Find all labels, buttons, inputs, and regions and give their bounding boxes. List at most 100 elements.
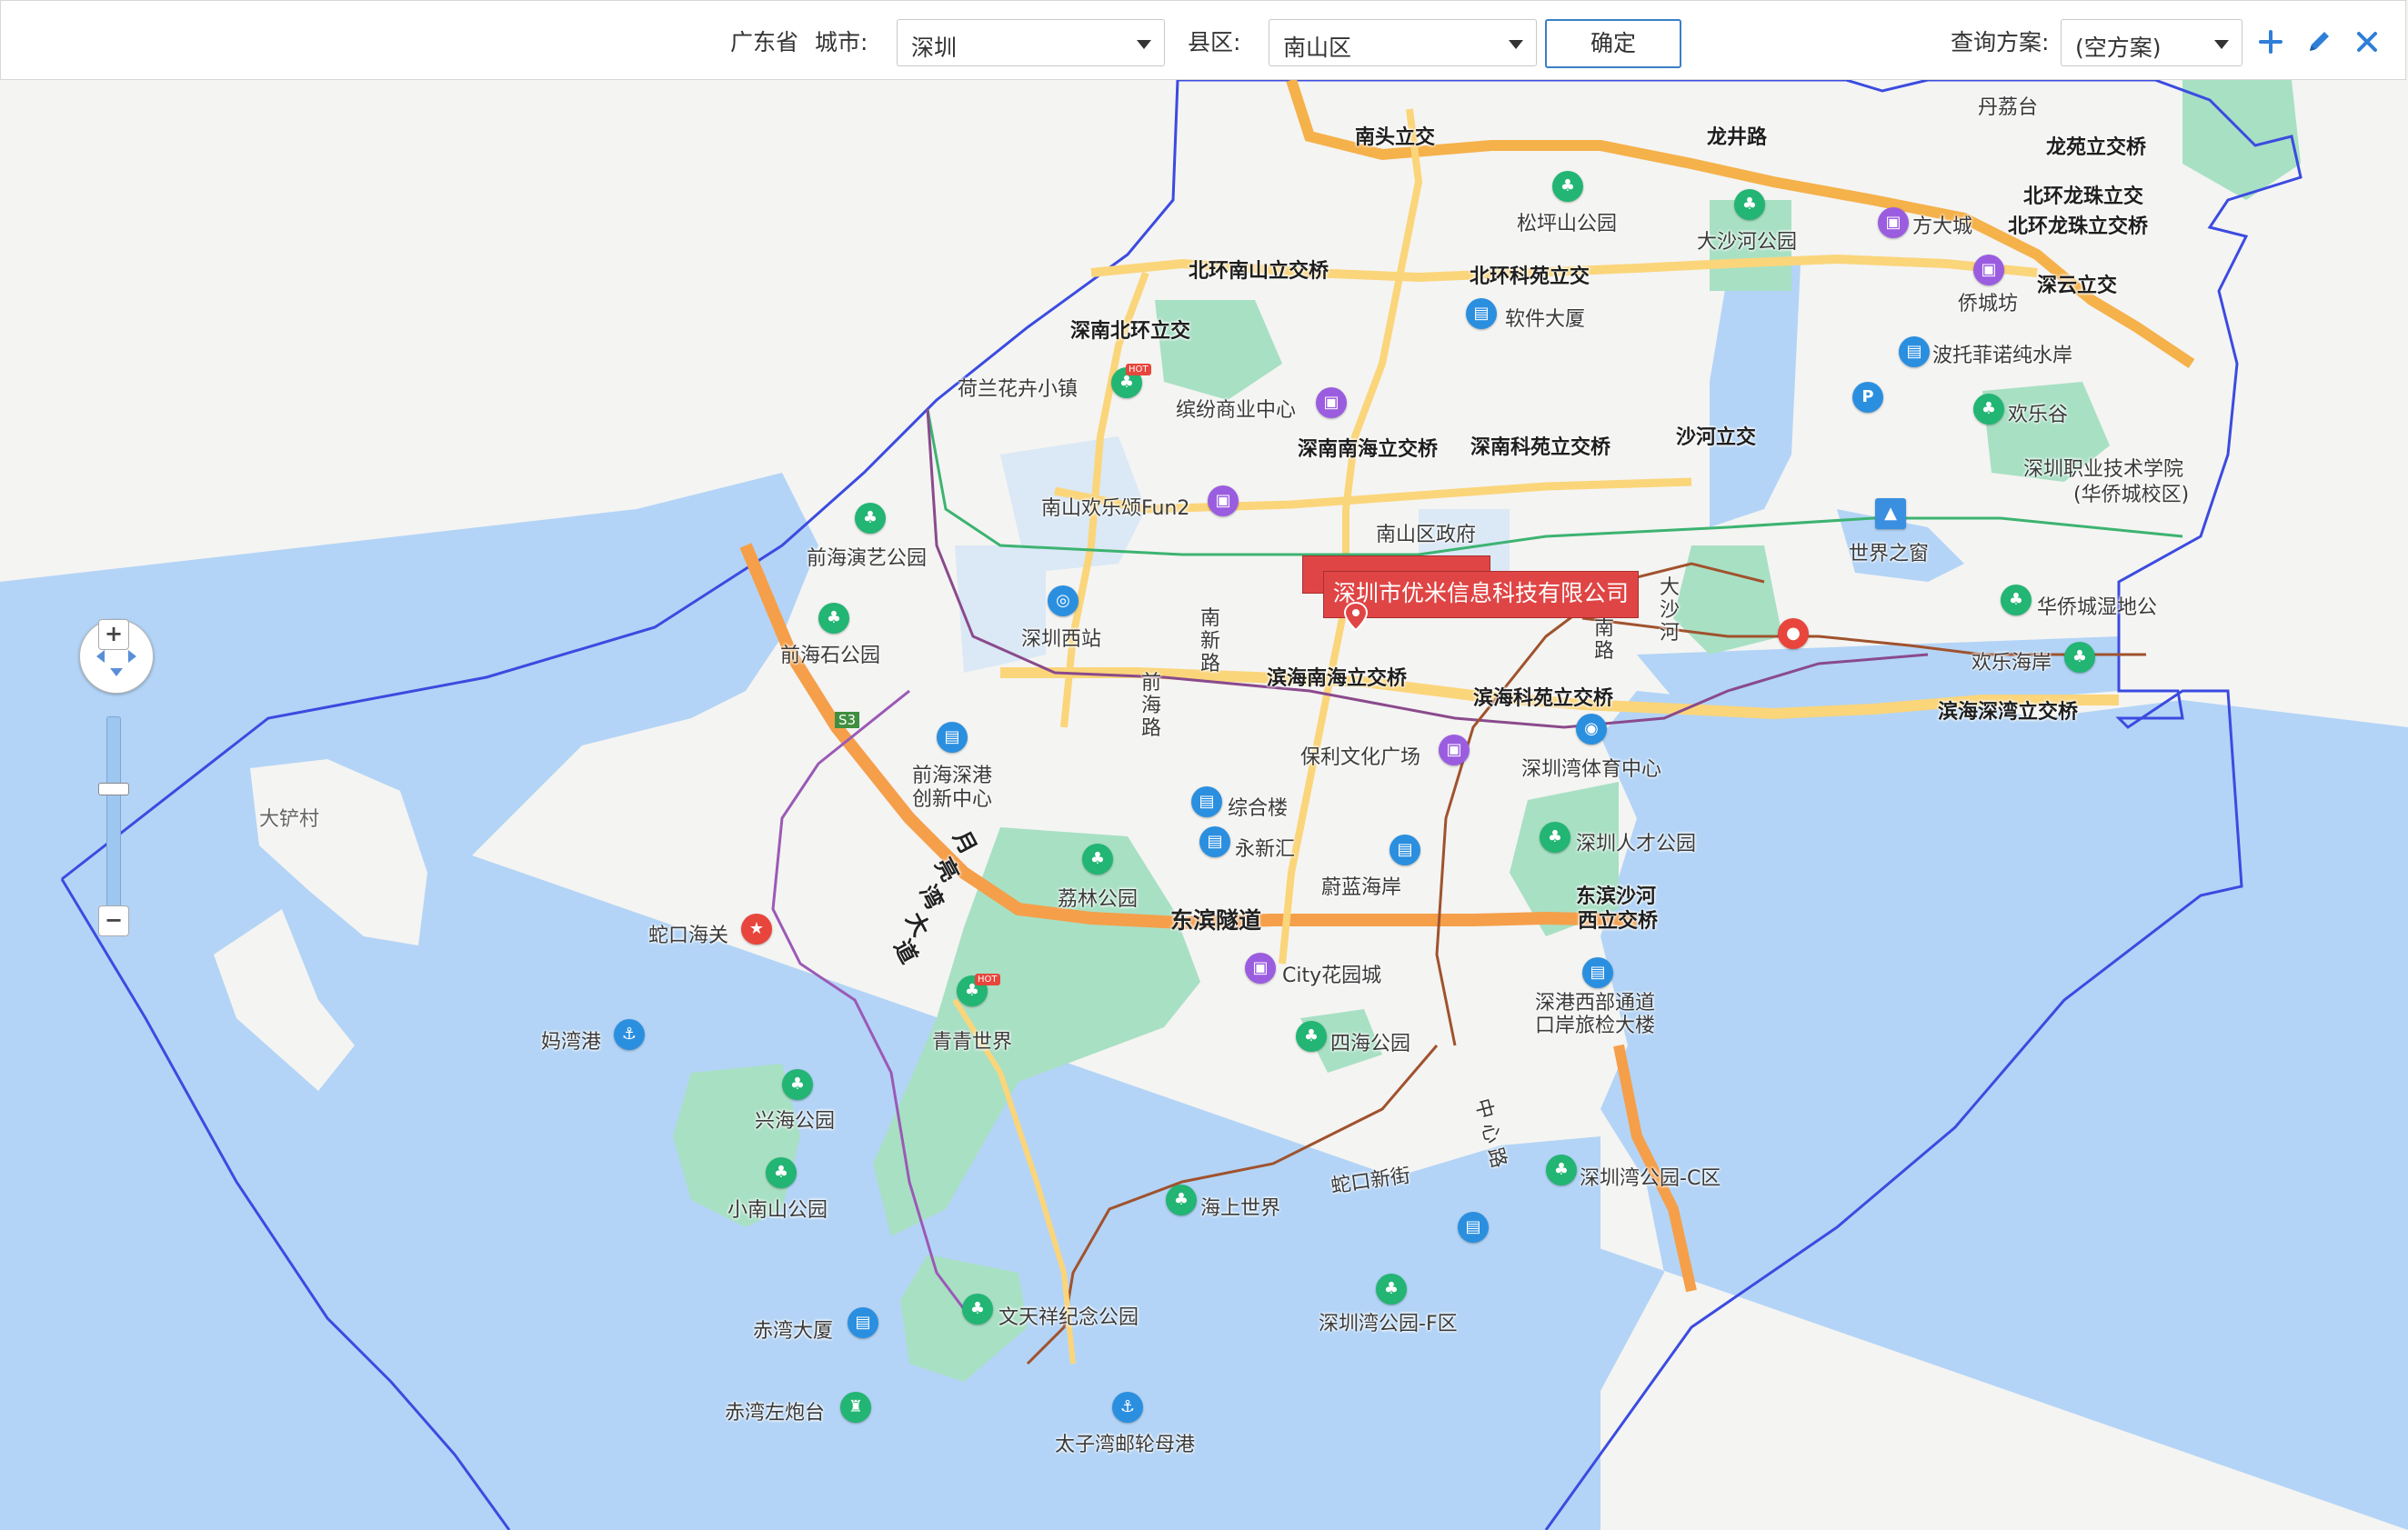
district-select[interactable]: 南山区 xyxy=(1269,19,1537,66)
shopping-bag-icon[interactable]: ▣ xyxy=(1208,485,1239,516)
label-nanshan-gov: 南山区政府 xyxy=(1376,524,1477,546)
bank-building-icon[interactable]: ▤ xyxy=(1390,835,1420,865)
map-canvas[interactable]: 南头立交 龙井路 丹荔台 龙苑立交桥 松坪山公园 大沙河公园 方大城 北环龙珠立… xyxy=(0,80,2408,1530)
confirm-button[interactable]: 确定 xyxy=(1545,19,1681,68)
park-icon[interactable]: ♣ xyxy=(1540,822,1570,853)
park-icon[interactable]: ♣ xyxy=(1973,394,2004,425)
label-beihuan-longzhu-bridge: 北环龙珠立交桥 xyxy=(2008,215,2149,238)
label-huanle-fun2: 南山欢乐颂Fun2 xyxy=(1041,497,1190,520)
park-icon[interactable]: ♣ xyxy=(1296,1021,1327,1052)
park-icon[interactable]: ♣ xyxy=(1376,1274,1407,1305)
label-city-huayuan: City花园城 xyxy=(1282,965,1382,987)
map-pin-icon[interactable] xyxy=(1342,601,1370,632)
highway-s3-shield: S3 xyxy=(835,712,860,728)
label-qianhai-yanyi: 前海演艺公园 xyxy=(807,547,928,570)
customs-star-icon[interactable]: ★ xyxy=(741,914,772,945)
label-dachanchun: 大铲村 xyxy=(259,808,320,831)
pyramid-icon[interactable]: ▲ xyxy=(1875,498,1906,529)
label-wentianxiang: 文天祥纪念公园 xyxy=(998,1306,1139,1329)
label-shenwan-c: 深圳湾公园-C区 xyxy=(1580,1167,1721,1190)
label-shennan-keyuan: 深南科苑立交桥 xyxy=(1470,436,1611,459)
label-shengang2: 口岸旅检大楼 xyxy=(1535,1015,1656,1037)
park-icon[interactable]: ♣ xyxy=(1082,844,1113,875)
label-dashahe3: 河 xyxy=(1660,622,1681,645)
label-huanlegu: 欢乐谷 xyxy=(2008,404,2069,426)
park-icon[interactable]: ♣ xyxy=(766,1157,797,1188)
shopping-bag-icon[interactable]: ▣ xyxy=(1439,735,1470,765)
shopping-bag-icon[interactable]: ▣ xyxy=(1245,953,1276,984)
building-icon[interactable]: ▤ xyxy=(1466,298,1497,329)
zoom-slider-handle[interactable] xyxy=(98,782,129,795)
park-icon[interactable]: ♣ xyxy=(962,1294,993,1325)
zoom-in-button[interactable]: + xyxy=(98,619,129,650)
park-icon[interactable]: ♣ xyxy=(2001,585,2032,615)
zoom-out-button[interactable]: − xyxy=(98,905,129,936)
label-mawan: 妈湾港 xyxy=(541,1031,602,1054)
park-icon[interactable]: ♣ xyxy=(1734,189,1765,220)
building-icon[interactable]: ▤ xyxy=(848,1307,878,1338)
castle-icon[interactable]: ♜ xyxy=(840,1392,871,1423)
label-qingqing: 青青世界 xyxy=(932,1031,1013,1054)
label-helan: 荷兰花卉小镇 xyxy=(958,378,1079,401)
company-marker-label[interactable]: 深圳市优米信息科技有限公司 xyxy=(1323,571,1640,618)
label-chuangxin: 创新中心 xyxy=(912,788,993,811)
building-icon[interactable]: ▤ xyxy=(1191,786,1222,817)
label-huanlehaian: 欢乐海岸 xyxy=(1972,652,2052,675)
label-shennan-nanhai: 深南南海立交桥 xyxy=(1298,438,1439,461)
city-select[interactable]: 深圳 xyxy=(897,19,1165,66)
label-qiaocheng: 侨城坊 xyxy=(1958,293,2019,315)
label-xizhan: 深圳西站 xyxy=(1021,628,1102,651)
building-icon[interactable]: ▤ xyxy=(1199,826,1230,857)
label-fangdacheng: 方大城 xyxy=(1912,215,1973,238)
label-dongbin: 东滨隧道 xyxy=(1170,907,1262,934)
label-zhiye2: (华侨城校区) xyxy=(2073,484,2190,506)
label-danlitai: 丹荔台 xyxy=(1978,96,2039,119)
shopping-bag-icon[interactable]: ▣ xyxy=(1316,387,1347,418)
label-songping: 松坪山公园 xyxy=(1517,213,1618,235)
park-icon[interactable]: ♣ xyxy=(782,1069,813,1100)
scheme-select[interactable]: (空方案) xyxy=(2061,19,2242,66)
label-binhai-nanhai: 滨海南海立交桥 xyxy=(1267,667,1408,690)
shopping-bag-icon[interactable]: ▣ xyxy=(1878,207,1909,238)
shopping-bag-icon[interactable]: ▣ xyxy=(1973,255,2004,285)
label-chiwan: 赤湾大厦 xyxy=(753,1320,834,1343)
label-binfen: 缤纷商业中心 xyxy=(1176,399,1297,422)
label-taiziwan: 太子湾邮轮母港 xyxy=(1055,1434,1196,1456)
label-nantou: 南头立交 xyxy=(1355,126,1436,149)
district-select-value: 南山区 xyxy=(1283,35,1352,61)
bus-station-icon[interactable]: ▤ xyxy=(1458,1212,1489,1243)
label-qianhaishi: 前海石公园 xyxy=(780,645,881,667)
building-icon[interactable]: ▤ xyxy=(1899,336,1930,367)
city-label: 城市: xyxy=(815,29,868,55)
city-select-value: 深圳 xyxy=(911,35,958,61)
zoom-out-icon: − xyxy=(104,907,124,933)
label-beihuan-keyuan: 北环科苑立交 xyxy=(1470,265,1590,288)
district-label: 县区: xyxy=(1188,29,1241,55)
zoom-slider-track[interactable] xyxy=(106,716,121,936)
park-icon[interactable]: ♣ xyxy=(1166,1185,1197,1215)
anchor-icon[interactable]: ⚓ xyxy=(614,1019,645,1050)
chevron-down-icon xyxy=(1509,40,1523,49)
park-icon[interactable]: ♣ xyxy=(1546,1155,1577,1185)
building-icon[interactable]: ▤ xyxy=(937,722,968,753)
building-icon[interactable]: ▤ xyxy=(1582,957,1613,988)
parking-icon[interactable]: P xyxy=(1852,382,1883,413)
label-qianhailu3: 路 xyxy=(1141,717,1162,740)
province-label: 广东省 xyxy=(730,29,799,55)
anchor-icon[interactable]: ⚓ xyxy=(1112,1392,1143,1423)
pencil-icon[interactable] xyxy=(2302,25,2336,59)
scheme-select-value: (空方案) xyxy=(2075,35,2162,61)
train-station-icon[interactable]: ◎ xyxy=(1048,585,1079,616)
close-icon[interactable] xyxy=(2350,25,2384,59)
sports-center-icon[interactable]: ◉ xyxy=(1576,714,1607,745)
park-icon[interactable]: ♣ xyxy=(1552,171,1583,202)
park-icon[interactable]: ♣ xyxy=(855,503,886,534)
plus-icon[interactable] xyxy=(2253,25,2288,59)
label-beihuan-nanshan: 北环南山立交桥 xyxy=(1189,260,1329,283)
label-binhai-shenwan: 滨海深湾立交桥 xyxy=(1938,701,2079,724)
label-ruanjian: 软件大厦 xyxy=(1505,308,1586,331)
park-icon[interactable]: ♣ xyxy=(818,603,849,634)
park-icon[interactable]: ♣ xyxy=(2064,642,2095,673)
bank-icon[interactable]: ● xyxy=(1778,618,1809,649)
label-beihuan-longzhu: 北环龙珠立交 xyxy=(2023,185,2144,208)
